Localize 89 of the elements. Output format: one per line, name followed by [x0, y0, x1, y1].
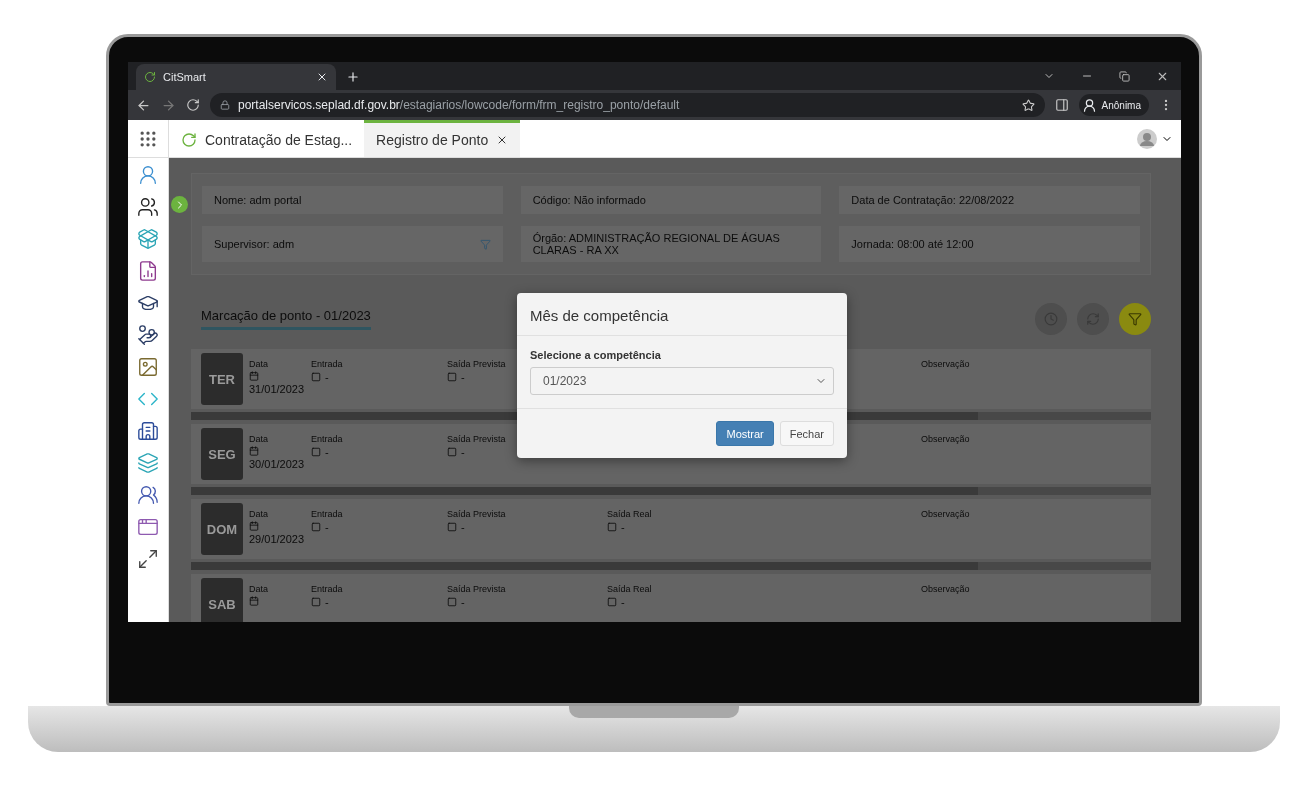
- info-text: Nome: adm portal: [214, 194, 302, 206]
- dialog-title: Mês de competência: [517, 293, 847, 336]
- field-label: Entrada: [311, 359, 344, 369]
- primary-button[interactable]: Mostrar: [716, 421, 774, 446]
- weekday-badge: TER: [201, 353, 243, 405]
- field-value: -: [461, 446, 465, 458]
- info-text: Jornada: 08:00 até 12:00: [851, 238, 974, 250]
- field-label: Data: [249, 509, 269, 519]
- app-tab[interactable]: Registro de Ponto: [364, 120, 521, 157]
- expand-icon[interactable]: [137, 548, 159, 570]
- tab-title: CitSmart: [163, 71, 206, 83]
- checkbox-icon: [447, 522, 457, 532]
- date-value: 29/01/2023: [249, 533, 305, 545]
- calendar-icon: [249, 596, 259, 606]
- back-icon[interactable]: [136, 97, 151, 113]
- checkbox-icon: [447, 447, 457, 457]
- field-value: -: [461, 371, 465, 383]
- scrollbar[interactable]: [191, 487, 1151, 495]
- field-label: Saída Prevista: [447, 359, 507, 369]
- picture-icon[interactable]: [137, 356, 159, 378]
- weekday-badge: SAB: [201, 578, 243, 622]
- field-label: Observação: [921, 434, 971, 444]
- weekday-badge: SEG: [201, 428, 243, 480]
- field-label: Observação: [921, 359, 971, 369]
- checkbox-icon: [311, 447, 321, 457]
- date-value: 30/01/2023: [249, 458, 305, 470]
- weekday-badge: DOM: [201, 503, 243, 555]
- checkbox-icon: [607, 597, 617, 607]
- avatar-icon[interactable]: [1137, 128, 1157, 149]
- stack-icon[interactable]: [137, 452, 159, 474]
- browser-tab[interactable]: CitSmart: [136, 64, 336, 90]
- logo-icon: [144, 71, 156, 83]
- field-label: Saída Real: [607, 509, 653, 519]
- box-icon[interactable]: [137, 228, 159, 250]
- forward-icon[interactable]: [161, 97, 176, 113]
- secondary-button[interactable]: Fechar: [779, 421, 834, 446]
- checkbox-icon: [311, 597, 321, 607]
- field-label: Entrada: [311, 434, 344, 444]
- field-value: -: [621, 521, 625, 533]
- info-text: Código: Não informado: [532, 194, 646, 206]
- field-label: Observação: [921, 584, 971, 594]
- checkbox-icon: [607, 522, 617, 532]
- field-value: -: [325, 371, 329, 383]
- field-value: -: [461, 521, 465, 533]
- address-bar[interactable]: portalservicos.seplad.df.gov.br/estagiarios/lowcode/form/frm_registro_ponto/default: [210, 93, 1045, 117]
- field-label: Selecione a competência: [530, 349, 662, 361]
- field-value: -: [325, 596, 329, 608]
- building-icon[interactable]: [137, 420, 159, 442]
- field-label: Saída Real: [607, 584, 653, 594]
- date-value: 31/01/2023: [249, 383, 305, 395]
- calendar-icon: [249, 446, 259, 456]
- field-value: -: [621, 596, 625, 608]
- select-field[interactable]: 01/2023: [530, 367, 834, 395]
- side-panel-icon[interactable]: [1054, 98, 1069, 112]
- field-value: -: [461, 596, 465, 608]
- reload-icon[interactable]: [186, 98, 200, 112]
- info-text: Órgão: ADMINISTRAÇÃO REGIONAL DE ÁGUAS CLARAS - RA XX: [532, 232, 781, 256]
- field-label: Entrada: [311, 509, 344, 519]
- field-value: -: [325, 446, 329, 458]
- profile-button[interactable]: Anônima: [1078, 94, 1149, 116]
- expand-sidebar-button[interactable]: [171, 196, 188, 213]
- logo-icon: [181, 132, 197, 148]
- section-title: Marcação de ponto - 01/2023: [201, 308, 371, 330]
- calendar-icon: [249, 521, 259, 531]
- restore-icon[interactable]: [1119, 70, 1130, 82]
- checkbox-icon: [447, 372, 457, 382]
- field-label: Entrada: [311, 584, 344, 594]
- field-label: Data: [249, 434, 269, 444]
- lock-icon: [220, 100, 230, 110]
- info-text: Supervisor: adm: [214, 238, 295, 250]
- new-tab-icon[interactable]: [346, 70, 360, 84]
- field-label: Saída Prevista: [447, 434, 507, 444]
- scrollbar[interactable]: [191, 562, 1151, 570]
- field-label: Data: [249, 584, 269, 594]
- close-icon[interactable]: [316, 71, 328, 83]
- checkbox-icon: [311, 522, 321, 532]
- users-icon[interactable]: [137, 484, 159, 506]
- calendar-icon: [249, 371, 259, 381]
- star-icon[interactable]: [1021, 98, 1035, 112]
- info-text: Data de Contratação: 22/08/2022: [851, 194, 1014, 206]
- field-label: Observação: [921, 509, 971, 519]
- field-label: Data: [249, 359, 269, 369]
- people-group-icon[interactable]: [137, 196, 159, 218]
- checkbox-icon: [311, 372, 321, 382]
- field-label: Saída Prevista: [447, 584, 507, 594]
- field-value: -: [325, 521, 329, 533]
- field-label: Saída Prevista: [447, 509, 507, 519]
- checkbox-icon: [447, 597, 457, 607]
- filter-icon: [1128, 312, 1142, 326]
